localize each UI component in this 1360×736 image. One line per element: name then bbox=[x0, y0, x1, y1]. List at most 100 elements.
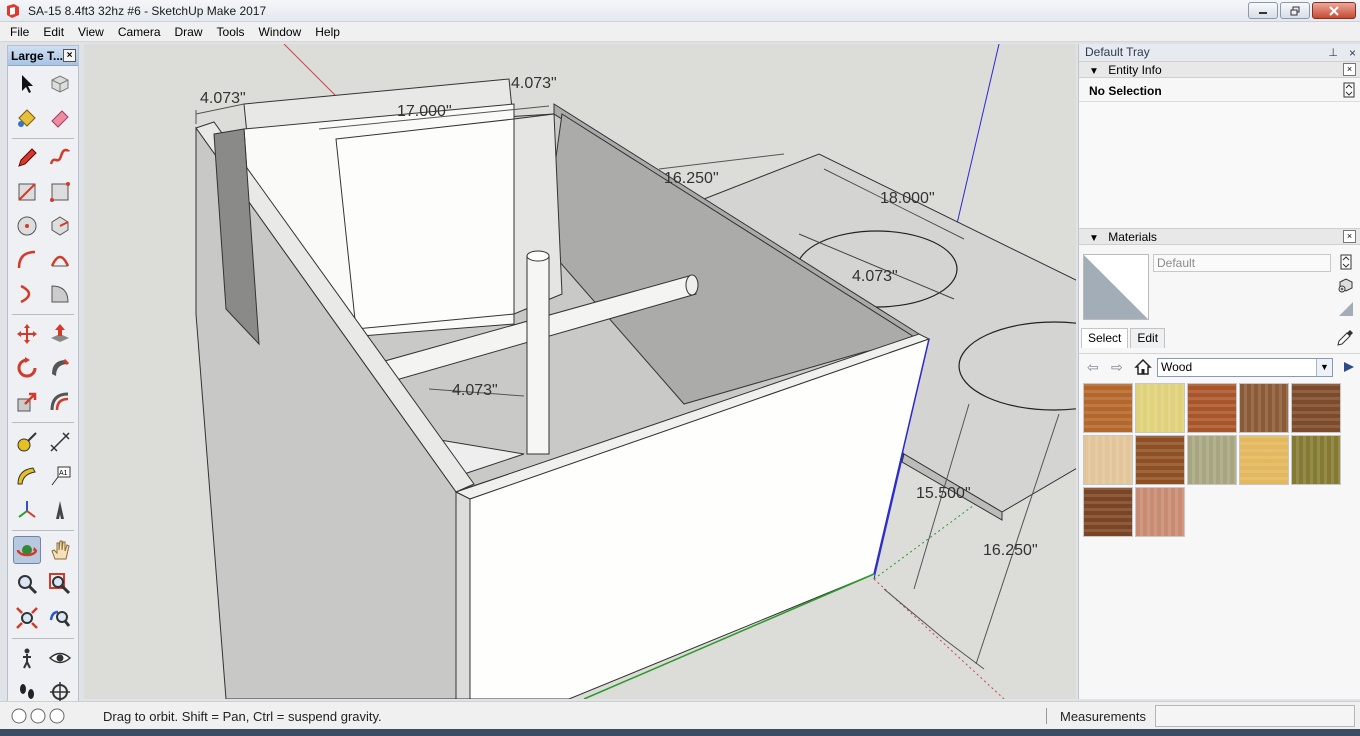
material-swatch[interactable] bbox=[1239, 383, 1289, 433]
scale-tool-button[interactable] bbox=[13, 388, 41, 416]
menu-file[interactable]: File bbox=[3, 25, 36, 39]
material-swatch[interactable] bbox=[1135, 487, 1185, 537]
zoom-tool-button[interactable] bbox=[13, 570, 41, 598]
entity-info-close-icon[interactable]: × bbox=[1343, 63, 1356, 76]
menu-tools[interactable]: Tools bbox=[210, 25, 252, 39]
material-swatch[interactable] bbox=[1291, 435, 1341, 485]
previous-view-tool-button[interactable] bbox=[46, 604, 74, 632]
collapse-triangle-icon: ▼ bbox=[1089, 233, 1099, 244]
entity-info-header[interactable]: ▼ Entity Info × bbox=[1079, 61, 1360, 78]
vertical-dowel bbox=[526, 255, 550, 455]
3d-text-tool-button[interactable] bbox=[46, 496, 74, 524]
3d-text-icon bbox=[56, 501, 64, 519]
menu-camera[interactable]: Camera bbox=[111, 25, 168, 39]
zoom-icon bbox=[18, 575, 38, 595]
tab-select[interactable]: Select bbox=[1081, 328, 1129, 348]
circle-tool-button[interactable] bbox=[13, 212, 41, 240]
menu-help[interactable]: Help bbox=[308, 25, 347, 39]
tape-measure-tool-button[interactable] bbox=[13, 428, 41, 456]
eyedropper-icon[interactable] bbox=[1336, 329, 1354, 347]
material-swatch[interactable] bbox=[1135, 383, 1185, 433]
restore-button[interactable] bbox=[1280, 2, 1310, 19]
material-library-select[interactable]: Wood ▼ bbox=[1157, 358, 1333, 377]
material-swatch[interactable] bbox=[1135, 435, 1185, 485]
home-icon[interactable] bbox=[1134, 358, 1152, 376]
details-arrow-icon[interactable] bbox=[1341, 359, 1357, 375]
rotated-rectangle-tool-button[interactable] bbox=[46, 178, 74, 206]
rectangle-tool-button[interactable] bbox=[13, 178, 41, 206]
model-canvas[interactable]: 4.073" 4.073" 17.000" 16.250" 18.000" 4.… bbox=[84, 44, 1076, 699]
sketchup-logo-icon bbox=[7, 4, 19, 18]
push-pull-icon bbox=[51, 324, 69, 342]
model-viewport[interactable]: 4.073" 4.073" 17.000" 16.250" 18.000" 4.… bbox=[84, 44, 1076, 699]
axes-tool-button[interactable] bbox=[13, 496, 41, 524]
menu-edit[interactable]: Edit bbox=[36, 25, 71, 39]
material-swatch[interactable] bbox=[1187, 383, 1237, 433]
move-tool-button[interactable] bbox=[13, 320, 41, 348]
look-around-tool-button[interactable] bbox=[46, 644, 74, 672]
text-tool-button[interactable]: A1 bbox=[46, 462, 74, 490]
offset-tool-button[interactable] bbox=[46, 388, 74, 416]
material-swatch[interactable] bbox=[1083, 487, 1133, 537]
pencil-icon bbox=[18, 148, 37, 167]
measurements-input[interactable] bbox=[1155, 705, 1355, 727]
material-swatch[interactable] bbox=[1291, 383, 1341, 433]
help-icon bbox=[49, 708, 65, 724]
freehand-tool-button[interactable] bbox=[46, 144, 74, 172]
orbit-tool-button[interactable] bbox=[13, 536, 41, 564]
material-name-field[interactable]: Default bbox=[1153, 254, 1331, 272]
three-point-arc-tool-button[interactable] bbox=[13, 280, 41, 308]
create-material-icon[interactable] bbox=[1338, 277, 1354, 293]
menu-view[interactable]: View bbox=[71, 25, 111, 39]
select-tool-button[interactable] bbox=[13, 70, 41, 98]
component-tool-button[interactable] bbox=[46, 70, 74, 98]
details-toggle-icon[interactable] bbox=[1343, 82, 1355, 98]
tool-panel-close-icon[interactable]: × bbox=[63, 49, 76, 62]
dimension-tool-button[interactable] bbox=[46, 428, 74, 456]
paint-bucket-tool-button[interactable] bbox=[13, 104, 41, 132]
zoom-window-tool-button[interactable] bbox=[46, 570, 74, 598]
material-swatch[interactable] bbox=[1239, 435, 1289, 485]
material-swatch[interactable] bbox=[1083, 435, 1133, 485]
dimension-label: 18.000" bbox=[880, 190, 935, 207]
pan-tool-button[interactable] bbox=[46, 536, 74, 564]
follow-me-tool-button[interactable] bbox=[46, 354, 74, 382]
arc-tool-button[interactable] bbox=[13, 246, 41, 274]
back-arrow-icon[interactable]: ⇦ bbox=[1087, 359, 1099, 376]
eraser-tool-button[interactable] bbox=[46, 104, 74, 132]
position-camera-tool-button[interactable] bbox=[13, 644, 41, 672]
details-toggle-icon[interactable] bbox=[1338, 254, 1354, 270]
close-button[interactable] bbox=[1312, 2, 1356, 19]
tool-panel-header[interactable]: Large T... × bbox=[8, 46, 78, 66]
pie-tool-button[interactable] bbox=[46, 280, 74, 308]
polygon-tool-button[interactable] bbox=[46, 212, 74, 240]
minimize-button[interactable] bbox=[1248, 2, 1278, 19]
materials-header[interactable]: ▼ Materials × bbox=[1079, 228, 1360, 245]
line-tool-button[interactable] bbox=[13, 144, 41, 172]
material-swatch[interactable] bbox=[1083, 383, 1133, 433]
tray-close-icon[interactable]: × bbox=[1349, 45, 1356, 61]
two-point-arc-tool-button[interactable] bbox=[46, 246, 74, 274]
pin-icon[interactable]: ⊥ bbox=[1328, 45, 1338, 61]
previous-view-icon bbox=[49, 610, 71, 627]
menu-window[interactable]: Window bbox=[252, 25, 309, 39]
push-pull-tool-button[interactable] bbox=[46, 320, 74, 348]
svg-text:A1: A1 bbox=[59, 470, 68, 477]
zoom-extents-tool-button[interactable] bbox=[13, 604, 41, 632]
arrow-pointer-icon bbox=[22, 75, 33, 93]
dimension-line-1 bbox=[195, 103, 245, 124]
menu-draw[interactable]: Draw bbox=[168, 25, 210, 39]
dimension-icon bbox=[50, 432, 70, 452]
protractor-tool-button[interactable] bbox=[13, 462, 41, 490]
status-message: Drag to orbit. Shift = Pan, Ctrl = suspe… bbox=[103, 709, 382, 724]
default-paint-icon[interactable] bbox=[1338, 301, 1354, 317]
tab-edit[interactable]: Edit bbox=[1130, 328, 1166, 348]
zoom-window-icon bbox=[49, 573, 71, 595]
taskbar bbox=[0, 729, 1360, 736]
rotate-tool-button[interactable] bbox=[13, 354, 41, 382]
forward-arrow-icon[interactable]: ⇨ bbox=[1111, 359, 1123, 376]
materials-close-icon[interactable]: × bbox=[1343, 230, 1356, 243]
material-swatch[interactable] bbox=[1187, 435, 1237, 485]
front-wall-side-edge bbox=[455, 491, 471, 699]
axes-icon bbox=[18, 501, 36, 518]
